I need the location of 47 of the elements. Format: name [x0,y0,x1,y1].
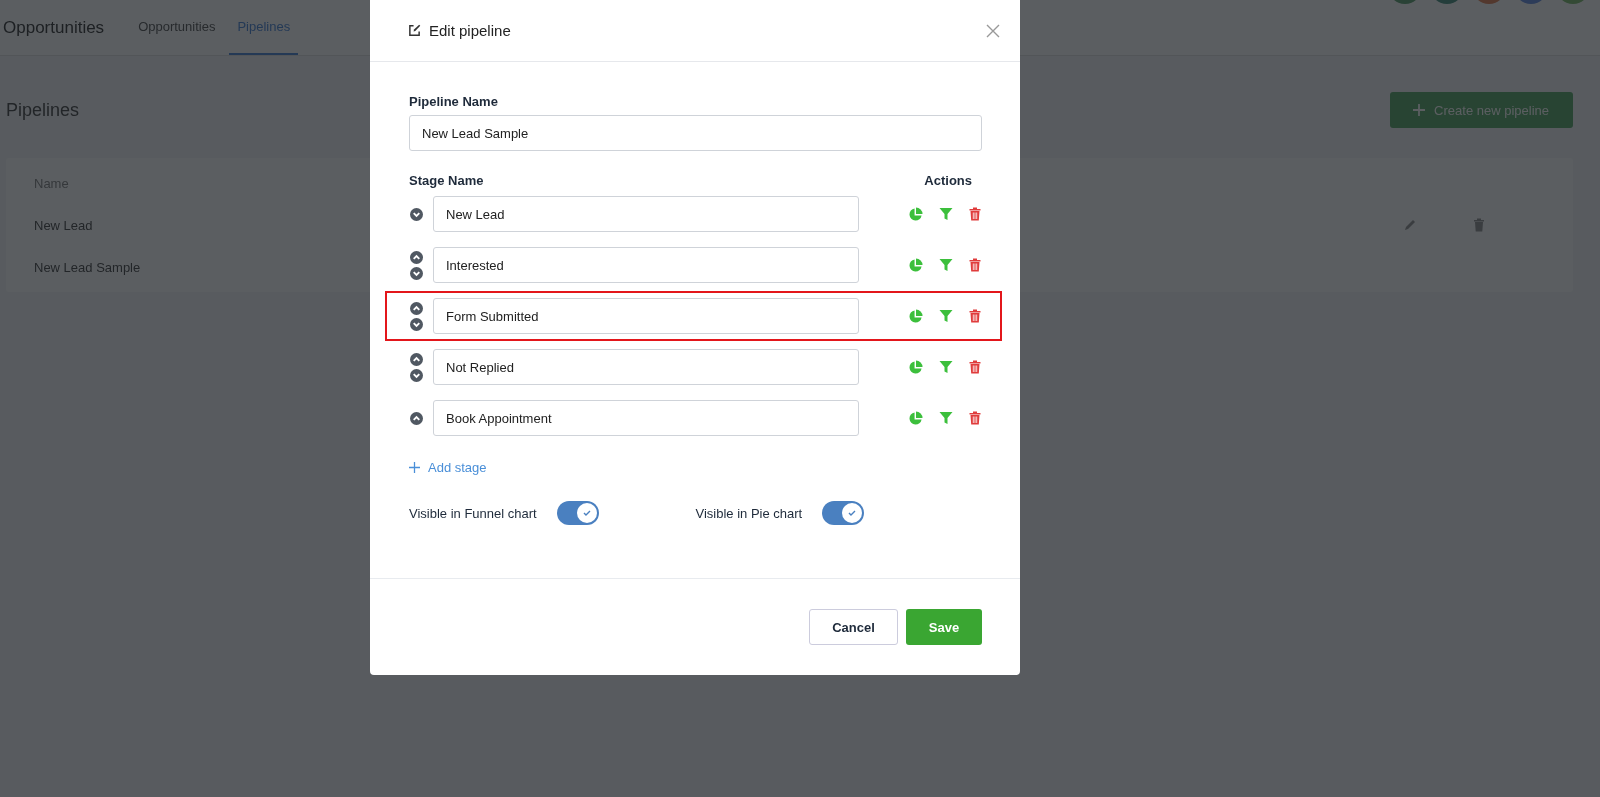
chevron-up-icon[interactable] [410,250,423,264]
edit-icon [408,24,421,37]
pie-chart-icon[interactable] [908,308,923,324]
table-cell: New Lead [34,217,93,233]
chevron-up-icon[interactable] [410,352,423,366]
chevron-down-icon[interactable] [410,368,423,382]
stage-name-field[interactable]: Book Appointment [433,400,859,436]
funnel-icon[interactable] [939,360,953,374]
pie-chart-icon[interactable] [908,257,923,273]
trash-icon[interactable] [969,411,981,425]
column-label: Stage Name [409,173,484,188]
toggle-switch[interactable] [822,501,865,525]
add-stage-link[interactable]: Add stage [409,460,487,475]
funnel-icon[interactable] [939,258,953,272]
dialog-title: Edit pipeline [429,22,512,39]
stage-name-field[interactable]: Interested [433,247,859,283]
column-label: Actions [924,173,972,188]
trash-icon[interactable] [969,309,981,323]
chevron-up-icon[interactable] [410,411,423,425]
toggle-label: Visible in Pie chart [695,505,803,521]
pipeline-name-field[interactable]: New Lead Sample [409,115,982,151]
page-title: Opportunities [3,17,105,38]
close-icon[interactable] [986,23,1000,38]
toggle-switch[interactable] [556,501,599,525]
plus-icon [409,462,420,473]
chevron-down-icon[interactable] [410,266,423,280]
toggle-label: Visible in Funnel chart [409,505,537,521]
chevron-down-icon[interactable] [410,317,423,331]
field-label: Pipeline Name [409,94,499,109]
stage-name-field[interactable]: New Lead [433,196,859,232]
trash-icon[interactable] [969,258,981,272]
cancel-button[interactable]: Cancel [809,609,898,645]
check-icon [847,508,858,518]
chevron-down-icon[interactable] [410,207,423,221]
stage-name-field[interactable]: Not Replied [433,349,859,385]
table-cell: New Lead Sample [34,259,141,275]
trash-icon[interactable] [969,360,981,374]
chevron-up-icon[interactable] [410,301,423,315]
funnel-icon[interactable] [939,411,953,425]
trash-icon[interactable] [969,207,981,221]
stage-name-field[interactable]: Form Submitted [433,298,859,334]
check-icon [581,508,592,518]
pie-chart-icon[interactable] [908,410,923,426]
pie-chart-icon[interactable] [908,359,923,375]
pie-chart-icon[interactable] [908,206,923,222]
funnel-icon[interactable] [939,207,953,221]
funnel-icon[interactable] [939,309,953,323]
